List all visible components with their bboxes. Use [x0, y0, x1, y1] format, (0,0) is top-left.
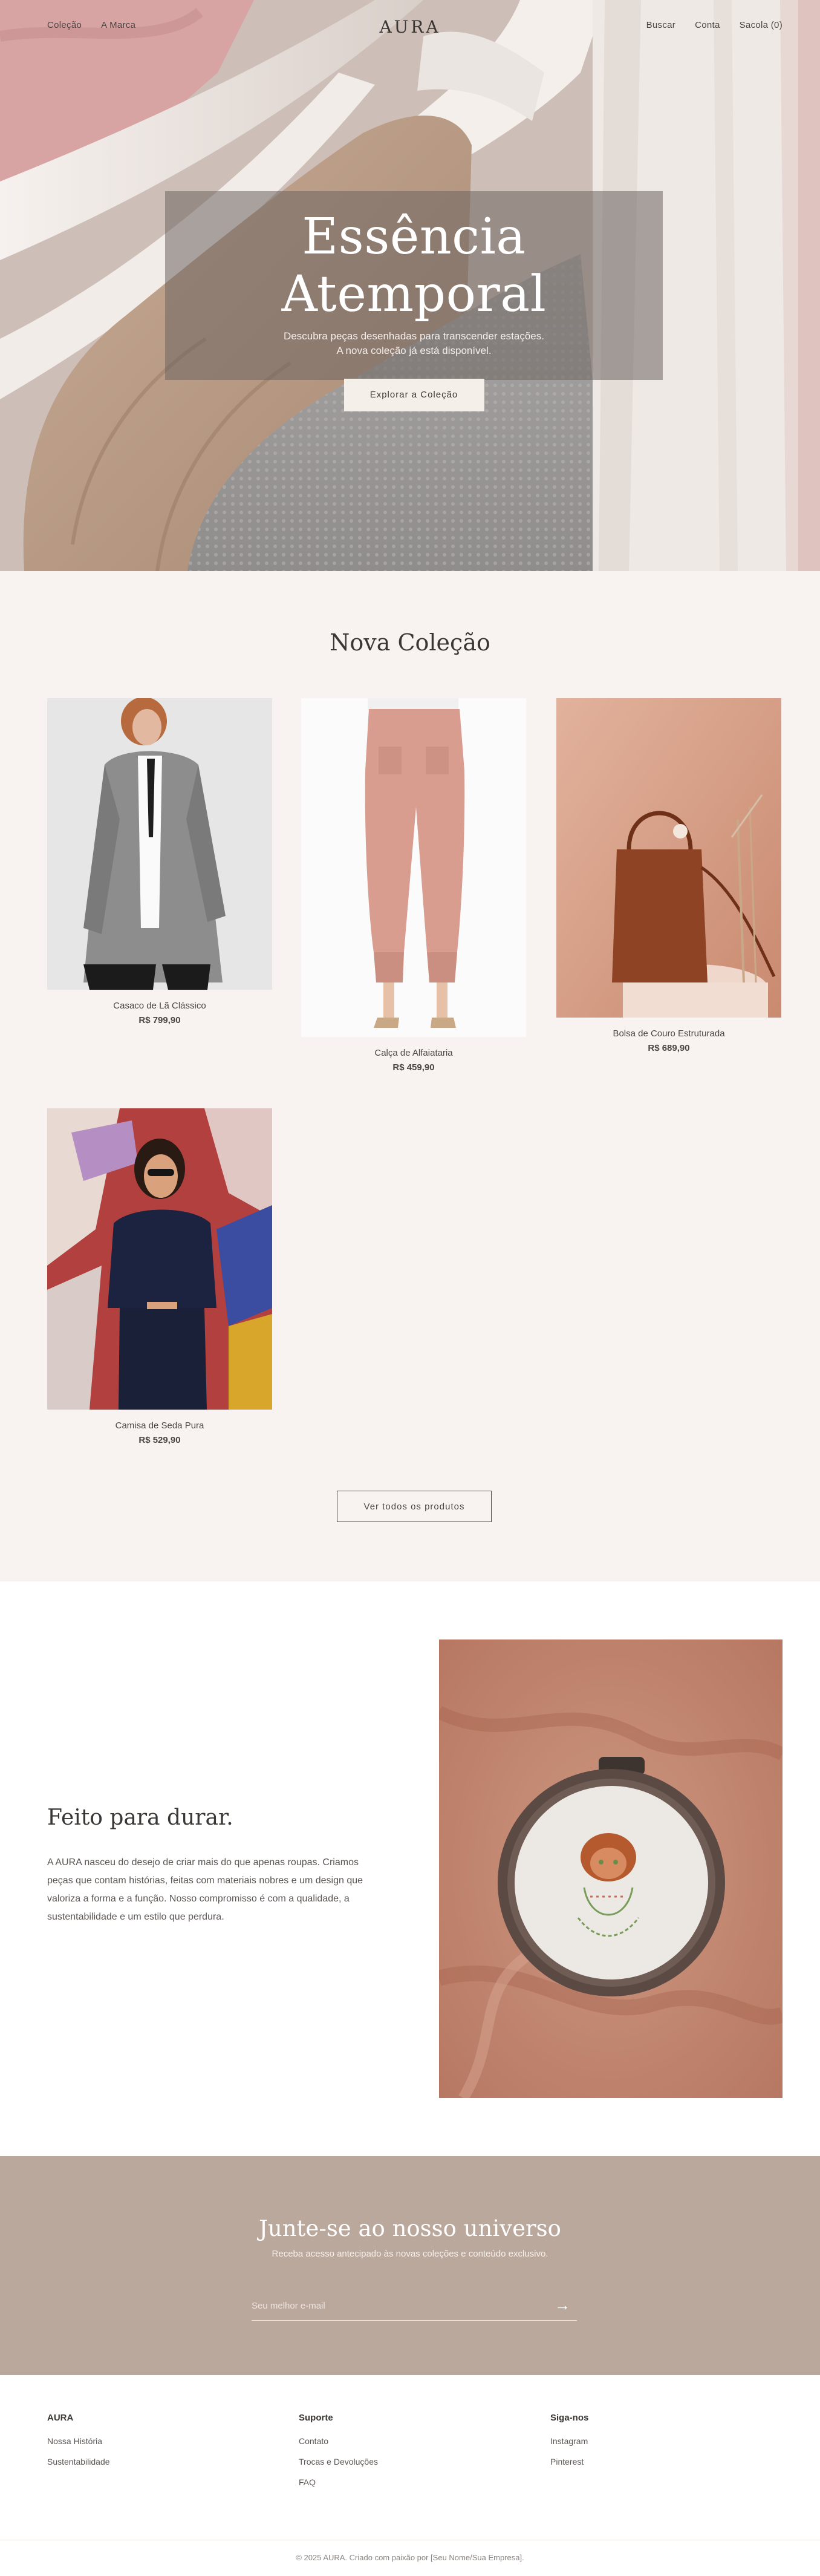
copyright-text: © 2025 AURA. Criado com paixão por [Seu …: [296, 2553, 524, 2562]
hero-section: Essência Atemporal Descubra peças desenh…: [0, 0, 820, 571]
footer-link-sustentabilidade[interactable]: Sustentabilidade: [47, 2457, 110, 2466]
view-all-products-button[interactable]: Ver todos os produtos: [337, 1491, 492, 1522]
nav-link-sacola[interactable]: Sacola (0): [740, 20, 783, 30]
footer-column-aura: AURA Nossa História Sustentabilidade: [47, 2413, 110, 2477]
product-image-leather-bag[interactable]: [556, 698, 781, 1018]
footer-link-contato[interactable]: Contato: [299, 2436, 378, 2446]
newsletter-form: →: [252, 2290, 577, 2321]
product-image-tailored-pants[interactable]: [301, 698, 526, 1037]
newsletter-subtitle: Receba acesso antecipado às novas coleçõ…: [272, 2249, 548, 2259]
footer-link-instagram[interactable]: Instagram: [550, 2436, 588, 2446]
product-name[interactable]: Casaco de Lã Clássico: [47, 1001, 272, 1011]
product-name[interactable]: Camisa de Seda Pura: [47, 1420, 272, 1431]
product-price: R$ 459,90: [392, 1062, 435, 1073]
footer-column-social: Siga-nos Instagram Pinterest: [550, 2413, 588, 2477]
product-card[interactable]: Calça de Alfaiataria R$ 459,90: [301, 698, 526, 1073]
nav-link-conta[interactable]: Conta: [695, 20, 720, 30]
product-card[interactable]: Camisa de Seda Pura R$ 529,90: [47, 1108, 272, 1445]
product-image-wool-coat[interactable]: [47, 698, 272, 990]
product-name[interactable]: Bolsa de Couro Estruturada: [556, 1028, 781, 1039]
product-price: R$ 529,90: [138, 1435, 181, 1445]
newsletter-section: Junte-se ao nosso universo Receba acesso…: [0, 2156, 820, 2375]
product-name[interactable]: Calça de Alfaiataria: [301, 1048, 526, 1058]
product-price: R$ 799,90: [138, 1015, 181, 1025]
new-collection-section: Nova Coleção Casaco de Lã Clássico R$ 79…: [0, 571, 820, 1581]
arrow-right-icon[interactable]: →: [550, 2293, 574, 2317]
product-image-silk-shirt[interactable]: [47, 1108, 272, 1410]
footer-link-trocas[interactable]: Trocas e Devoluções: [299, 2457, 378, 2466]
hero-subtitle: Descubra peças desenhadas para transcend…: [284, 330, 544, 356]
email-input[interactable]: [252, 2295, 542, 2316]
section-title: Nova Coleção: [330, 629, 490, 656]
embroidery-hoop-image: [439, 1639, 783, 2098]
footer-link-pinterest[interactable]: Pinterest: [550, 2457, 588, 2466]
site-footer: AURA Nossa História Sustentabilidade Sup…: [0, 2375, 820, 2576]
about-text: A AURA nasceu do desejo de criar mais do…: [47, 1857, 363, 1922]
newsletter-title: Junte-se ao nosso universo: [259, 2215, 561, 2241]
footer-column-suporte: Suporte Contato Trocas e Devoluções FAQ: [299, 2413, 378, 2498]
footer-column-title: Siga-nos: [550, 2413, 589, 2423]
hero-overlay-card: Essência Atemporal Descubra peças desenh…: [165, 191, 663, 411]
nav-link-buscar[interactable]: Buscar: [646, 20, 676, 30]
product-card[interactable]: Casaco de Lã Clássico R$ 799,90: [47, 698, 272, 1025]
about-title: Feito para durar.: [47, 1805, 233, 1830]
explore-collection-button[interactable]: Explorar a Coleção: [343, 379, 484, 411]
footer-column-title: AURA: [47, 2413, 74, 2423]
product-card[interactable]: Bolsa de Couro Estruturada R$ 689,90: [556, 698, 781, 1053]
site-header: Coleção A Marca AURA Buscar Conta Sacola…: [0, 0, 820, 51]
footer-link-nossa-historia[interactable]: Nossa História: [47, 2436, 110, 2446]
product-price: R$ 689,90: [648, 1043, 690, 1053]
hero-title: Essência Atemporal: [281, 208, 547, 323]
utility-nav: Buscar Conta Sacola (0): [646, 20, 783, 30]
footer-link-faq[interactable]: FAQ: [299, 2477, 378, 2487]
footer-column-title: Suporte: [299, 2413, 333, 2423]
brand-story-section: Feito para durar. A AURA nasceu do desej…: [0, 1581, 820, 2156]
